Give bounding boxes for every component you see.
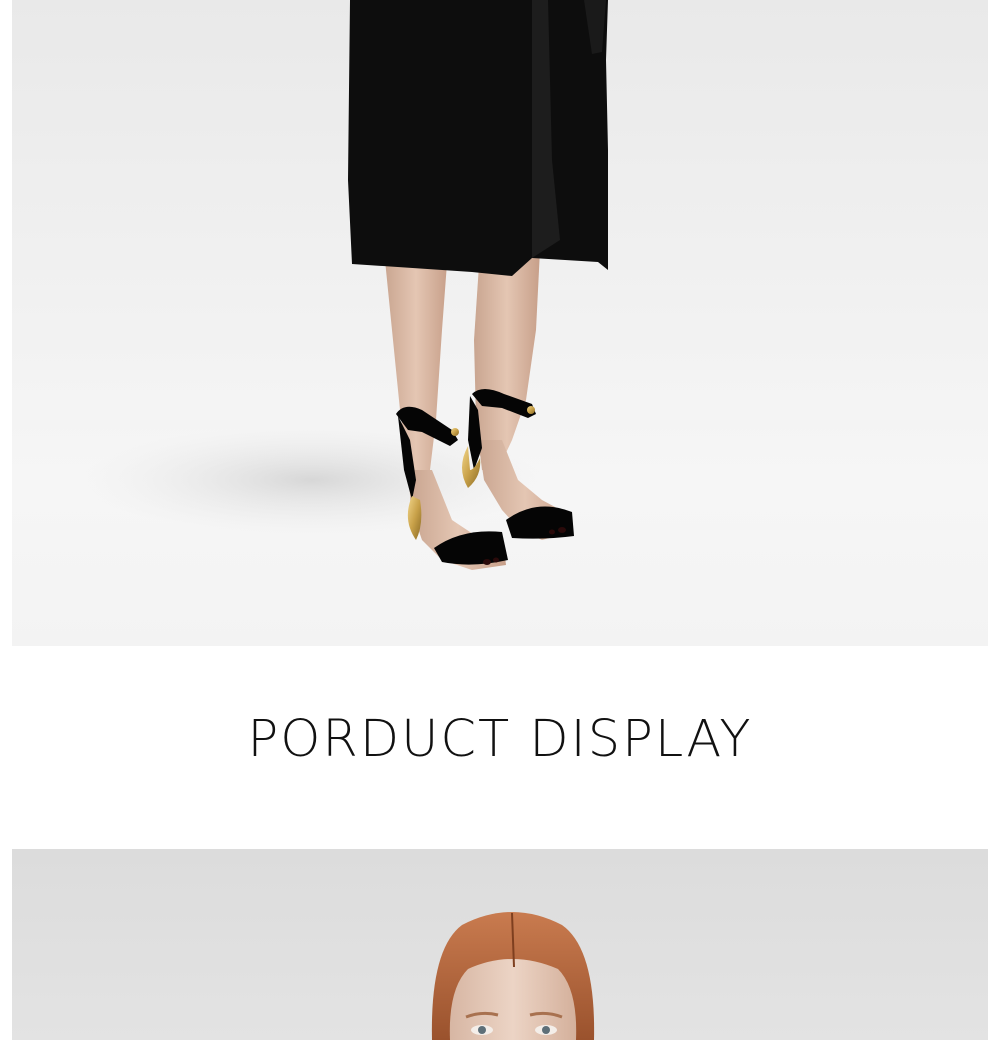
left-iris (478, 1026, 486, 1034)
left-buckle-icon (451, 428, 459, 436)
right-leg (474, 250, 540, 470)
right-buckle-icon (527, 406, 535, 414)
product-photo-portrait (12, 849, 988, 1040)
model-portrait-icon (431, 912, 595, 1040)
section-heading: PORDUCT DISPLAY (247, 710, 753, 769)
left-gold-heel (407, 496, 422, 540)
black-coat (348, 0, 608, 276)
product-photo-sandals (12, 0, 988, 646)
right-iris (542, 1026, 550, 1034)
face (449, 959, 577, 1040)
model-legs-sandals-icon (82, 0, 608, 570)
